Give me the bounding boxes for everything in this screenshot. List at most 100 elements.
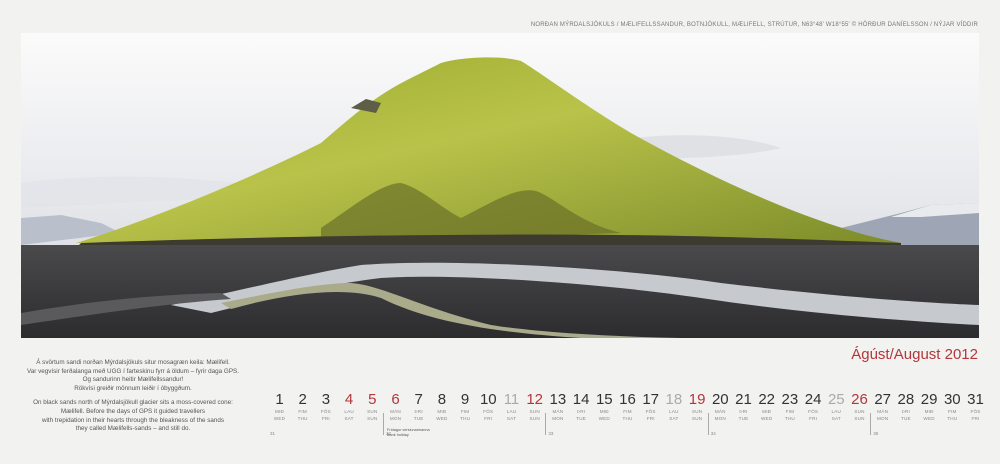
day-name-is: MIÐ	[437, 409, 447, 414]
day-number: 21	[735, 391, 752, 408]
day-name-is: FIM	[623, 409, 632, 414]
day-number: 17	[642, 391, 660, 408]
caption-icelandic: Á svörtum sandi norðan Mýrdalsjökuls sit…	[22, 359, 244, 393]
calendar-day: 2 FIM THU	[291, 392, 314, 422]
day-name-en: TUE	[738, 416, 749, 421]
day-name-en: WED	[598, 416, 610, 421]
calendar-day: 10 FÖS FRI	[477, 392, 500, 422]
day-name-is: MIÐ	[274, 409, 285, 414]
day-number: 10	[479, 391, 497, 408]
calendar-day: 1 MIÐ WED	[268, 392, 291, 422]
day-name-is: MÁN	[390, 409, 401, 414]
day-name-is: FÖS	[970, 409, 981, 414]
calendar-day: 26 SUN SUN	[848, 392, 871, 422]
calendar-day: 23 FIM THU	[778, 392, 801, 422]
day-number: 4	[344, 391, 354, 408]
calendar-day: 14 ÞRI TUE	[570, 392, 593, 422]
day-name-is: ÞRI	[739, 409, 748, 414]
day-name-en: SUN	[367, 416, 378, 421]
week-divider	[383, 413, 384, 435]
day-name-en: THU	[297, 416, 308, 421]
calendar-day: 29 MIÐ WED	[918, 392, 941, 422]
day-name-is: LAU	[669, 409, 679, 414]
day-number: 29	[920, 391, 938, 408]
day-name-is: FÖS	[483, 409, 494, 414]
calendar-day: 15 MIÐ WED	[593, 392, 616, 422]
day-name-is: FÖS	[808, 409, 819, 414]
day-name-is: FÖS	[645, 409, 656, 414]
holiday-label: Bank holiday	[387, 433, 409, 437]
day-name-en: THU	[947, 416, 958, 421]
week-number: 35	[873, 431, 879, 436]
day-name-is: MÁN	[877, 409, 889, 414]
day-name-is: SUN	[854, 409, 865, 414]
calendar-day: 21 ÞRI TUE	[732, 392, 755, 422]
calendar-day: 27 MÁN MON	[871, 392, 894, 422]
day-name-is: MIÐ	[924, 409, 934, 414]
day-number: 6	[391, 391, 400, 408]
day-number: 26	[851, 391, 868, 408]
week-number: 34	[710, 431, 716, 436]
day-number: 20	[711, 391, 729, 408]
calendar-day: 31 FÖS FRI	[964, 392, 987, 422]
month-title: Ágúst/August 2012	[851, 346, 978, 363]
day-number: 3	[321, 391, 331, 408]
calendar-day: 17 FÖS FRI	[639, 392, 662, 422]
day-name-en: FRI	[484, 416, 493, 421]
day-number: 18	[665, 391, 683, 408]
day-name-en: MON	[877, 416, 889, 421]
caption-line: they called Mælifells-sands – and still …	[75, 425, 191, 433]
calendar-day: 22 MIÐ WED	[755, 392, 778, 422]
day-number: 9	[460, 391, 470, 408]
day-name-is: ÞRI	[576, 409, 586, 414]
calendar-day: 18 LAU SAT	[662, 392, 685, 422]
day-name-en: SAT	[831, 416, 841, 421]
day-name-en: FRI	[646, 416, 655, 421]
landscape-photo	[21, 33, 979, 338]
caption-line: with trepidation in their hearts through…	[41, 416, 225, 424]
week-divider	[707, 413, 709, 435]
day-name-en: WED	[761, 416, 773, 421]
day-name-is: MÁN	[714, 409, 726, 414]
day-name-en: WED	[436, 416, 448, 421]
day-name-en: FRI	[971, 416, 980, 421]
day-name-en: FRI	[809, 416, 818, 421]
calendar-day: 16 FIM THU	[616, 392, 639, 422]
day-number: 15	[595, 391, 613, 408]
day-name-is: SUN	[691, 409, 703, 414]
calendar-day: 12 SUN SUN	[523, 392, 546, 422]
calendar-day: 11 LAU SAT	[500, 392, 523, 422]
calendar-day: 7 ÞRI TUE	[407, 392, 430, 422]
day-number: 28	[897, 391, 915, 408]
week-number: 31	[270, 431, 276, 436]
day-name-en: MON	[714, 416, 726, 421]
calendar-day: 8 MIÐ WED	[430, 392, 453, 422]
day-name-is: MIÐ	[762, 409, 772, 414]
day-number: 11	[503, 391, 520, 408]
calendar-day: 3 FÖS FRI	[314, 392, 337, 422]
day-number: 1	[275, 391, 284, 408]
day-name-is: FIM	[948, 409, 957, 414]
caption-english: On black sands north of Mýrdalsjökull gl…	[22, 399, 244, 433]
photo-credit: NORÐAN MÝRDALSJÖKULS / MÆLIFELLSSANDUR, …	[530, 22, 978, 28]
day-name-en: SUN	[691, 416, 703, 421]
calendar-day: 4 LAU SAT	[338, 392, 361, 422]
day-name-en: SUN	[529, 416, 540, 421]
day-name-en: TUE	[900, 416, 911, 421]
day-name-en: THU	[460, 416, 471, 421]
day-name-is: FIM	[298, 409, 307, 414]
week-divider	[870, 413, 872, 435]
calendar-day: 28 ÞRI TUE	[894, 392, 917, 422]
day-name-en: SAT	[506, 416, 517, 421]
day-name-is: MÁN	[552, 409, 564, 414]
day-number: 5	[368, 391, 377, 408]
day-number: 2	[298, 391, 307, 408]
day-name-en: FRI	[321, 416, 330, 421]
day-name-is: FIM	[460, 409, 470, 414]
day-number: 30	[943, 391, 961, 408]
day-number: 16	[619, 391, 636, 408]
photo-caption: Á svörtum sandi norðan Mýrdalsjökuls sit…	[22, 359, 244, 440]
day-number: 23	[781, 391, 799, 408]
calendar-day: 20 MÁN MON	[709, 392, 732, 422]
day-name-is: FÖS	[320, 409, 331, 414]
